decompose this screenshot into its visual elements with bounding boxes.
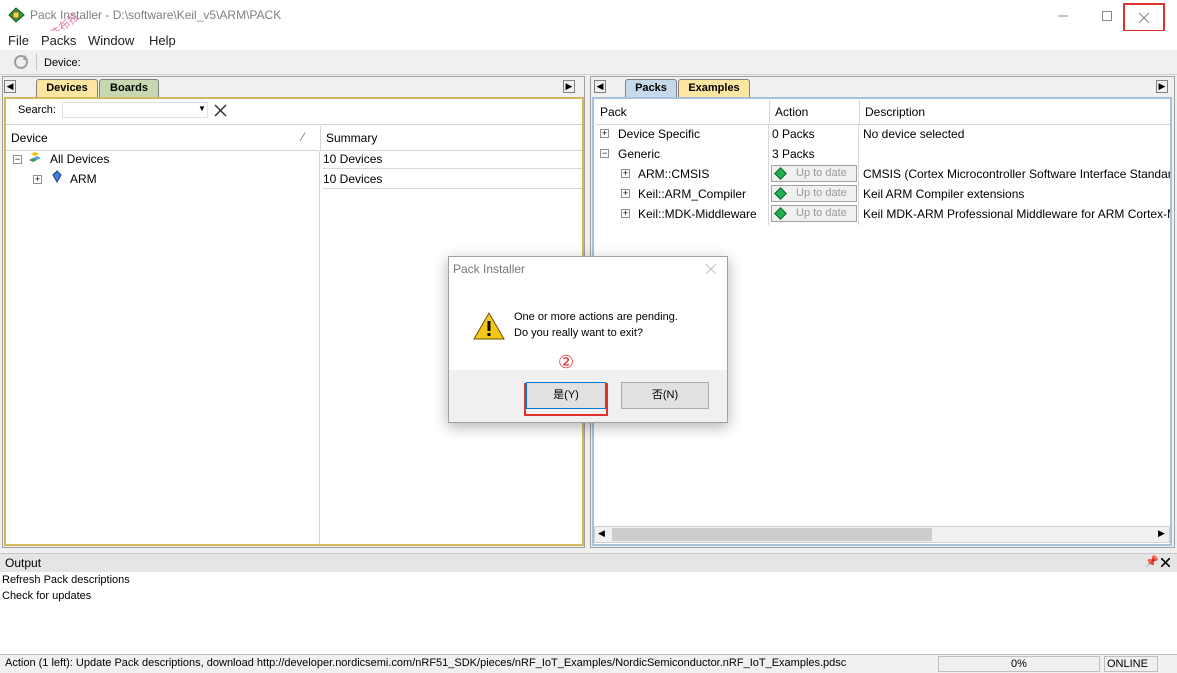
column-divider: [319, 151, 320, 544]
packs-tabs-scroll-right[interactable]: ▶: [1156, 80, 1168, 93]
summary-all-devices: 10 Devices: [323, 149, 582, 169]
collapse-generic[interactable]: −: [600, 149, 609, 158]
warning-icon: [473, 311, 505, 340]
action-generic: 3 Packs: [772, 147, 815, 161]
menu-packs[interactable]: Packs: [41, 33, 76, 48]
dialog-message-line1: One or more actions are pending.: [514, 311, 678, 323]
device-label: Device:: [44, 57, 81, 69]
output-line: Check for updates: [2, 590, 92, 602]
column-header-summary[interactable]: Summary: [320, 126, 582, 151]
toolbar-separator: [36, 53, 37, 71]
tab-packs[interactable]: Packs: [625, 79, 677, 97]
tab-examples[interactable]: Examples: [678, 79, 750, 97]
output-panel: [0, 572, 1177, 654]
yes-button[interactable]: 是(Y): [526, 382, 606, 409]
close-button[interactable]: [1123, 3, 1165, 32]
scroll-right-icon[interactable]: ▶: [1158, 528, 1165, 539]
menu-help[interactable]: Help: [149, 33, 176, 48]
description-device-specific: No device selected: [863, 127, 965, 141]
status-ok-icon: [774, 167, 787, 180]
packs-tabs-scroll-left[interactable]: ◀: [594, 80, 606, 93]
scrollbar-thumb[interactable]: [612, 528, 932, 541]
search-input[interactable]: [62, 102, 208, 118]
output-title: Output: [5, 556, 42, 570]
progress-indicator: 0%: [938, 656, 1100, 672]
up-to-date-button-middleware[interactable]: Up to date: [771, 205, 857, 222]
action-device-specific: 0 Packs: [772, 127, 815, 141]
pack-device-specific[interactable]: Device Specific: [618, 124, 700, 144]
description-arm-cmsis: CMSIS (Cortex Microcontroller Software I…: [863, 167, 1170, 181]
devices-group-icon: [29, 152, 41, 162]
column-header-description[interactable]: Description: [859, 100, 1170, 125]
dialog-title: Pack Installer: [453, 262, 526, 276]
status-ok-icon: [774, 207, 787, 220]
annotation-step-2: ②: [558, 352, 575, 372]
output-header: [0, 553, 1177, 572]
column-header-device[interactable]: Device: [6, 126, 319, 151]
expand-arm-compiler[interactable]: +: [621, 189, 630, 198]
toolbar: [0, 50, 1177, 75]
tree-item-arm[interactable]: ARM: [70, 169, 97, 189]
output-close-icon[interactable]: [1161, 558, 1170, 567]
output-line: Refresh Pack descriptions: [2, 574, 130, 586]
dialog-message-line2: Do you really want to exit?: [514, 327, 644, 339]
maximize-icon: [1101, 10, 1112, 21]
pin-icon[interactable]: 📌: [1145, 555, 1159, 568]
no-button[interactable]: 否(N): [621, 382, 709, 409]
pack-col-divider: [768, 125, 769, 225]
online-status: ONLINE: [1104, 656, 1158, 672]
menu-bar: [0, 31, 1177, 50]
summary-arm: 10 Devices: [323, 169, 582, 189]
pack-mdk-middleware[interactable]: Keil::MDK-Middleware: [638, 204, 757, 224]
expand-arm-cmsis[interactable]: +: [621, 169, 630, 178]
minimize-button[interactable]: [1040, 0, 1085, 31]
arm-device-icon: [52, 170, 62, 183]
action-col-divider: [858, 125, 859, 225]
tab-devices[interactable]: Devices: [36, 79, 98, 97]
tabs-scroll-right[interactable]: ▶: [563, 80, 575, 93]
menu-file[interactable]: File: [8, 33, 29, 48]
search-divider: [6, 124, 582, 125]
dialog-close-icon[interactable]: [706, 264, 716, 274]
description-arm-compiler: Keil ARM Compiler extensions: [863, 187, 1025, 201]
expand-mdk-middleware[interactable]: +: [621, 209, 630, 218]
expand-arm[interactable]: +: [33, 175, 42, 184]
pack-arm-compiler[interactable]: Keil::ARM_Compiler: [638, 184, 746, 204]
tabs-scroll-left[interactable]: ◀: [4, 80, 16, 93]
sort-indicator-icon: ⁄: [302, 130, 305, 144]
search-label: Search:: [18, 104, 56, 116]
expand-device-specific[interactable]: +: [600, 129, 609, 138]
status-ok-icon: [774, 187, 787, 200]
refresh-icon[interactable]: [12, 53, 30, 71]
search-dropdown-icon[interactable]: ▼: [198, 104, 206, 113]
pack-installer-icon: [8, 7, 25, 23]
minimize-icon: [1057, 15, 1068, 16]
column-header-pack[interactable]: Pack: [595, 100, 769, 125]
description-mdk-middleware: Keil MDK-ARM Professional Middleware for…: [863, 207, 1170, 221]
tab-boards[interactable]: Boards: [99, 79, 159, 97]
scroll-left-icon[interactable]: ◀: [598, 528, 605, 539]
collapse-all-devices[interactable]: −: [13, 155, 22, 164]
menu-window[interactable]: Window: [88, 33, 134, 48]
tree-item-all-devices[interactable]: All Devices: [50, 149, 109, 169]
clear-search-icon[interactable]: [214, 104, 227, 117]
up-to-date-button-compiler[interactable]: Up to date: [771, 185, 857, 202]
pack-generic[interactable]: Generic: [618, 144, 660, 164]
close-icon: [1138, 12, 1150, 23]
up-to-date-button-cmsis[interactable]: Up to date: [771, 165, 857, 182]
pack-arm-cmsis[interactable]: ARM::CMSIS: [638, 164, 709, 184]
status-action-text: Action (1 left): Update Pack description…: [5, 657, 847, 669]
column-header-action[interactable]: Action: [769, 100, 859, 125]
